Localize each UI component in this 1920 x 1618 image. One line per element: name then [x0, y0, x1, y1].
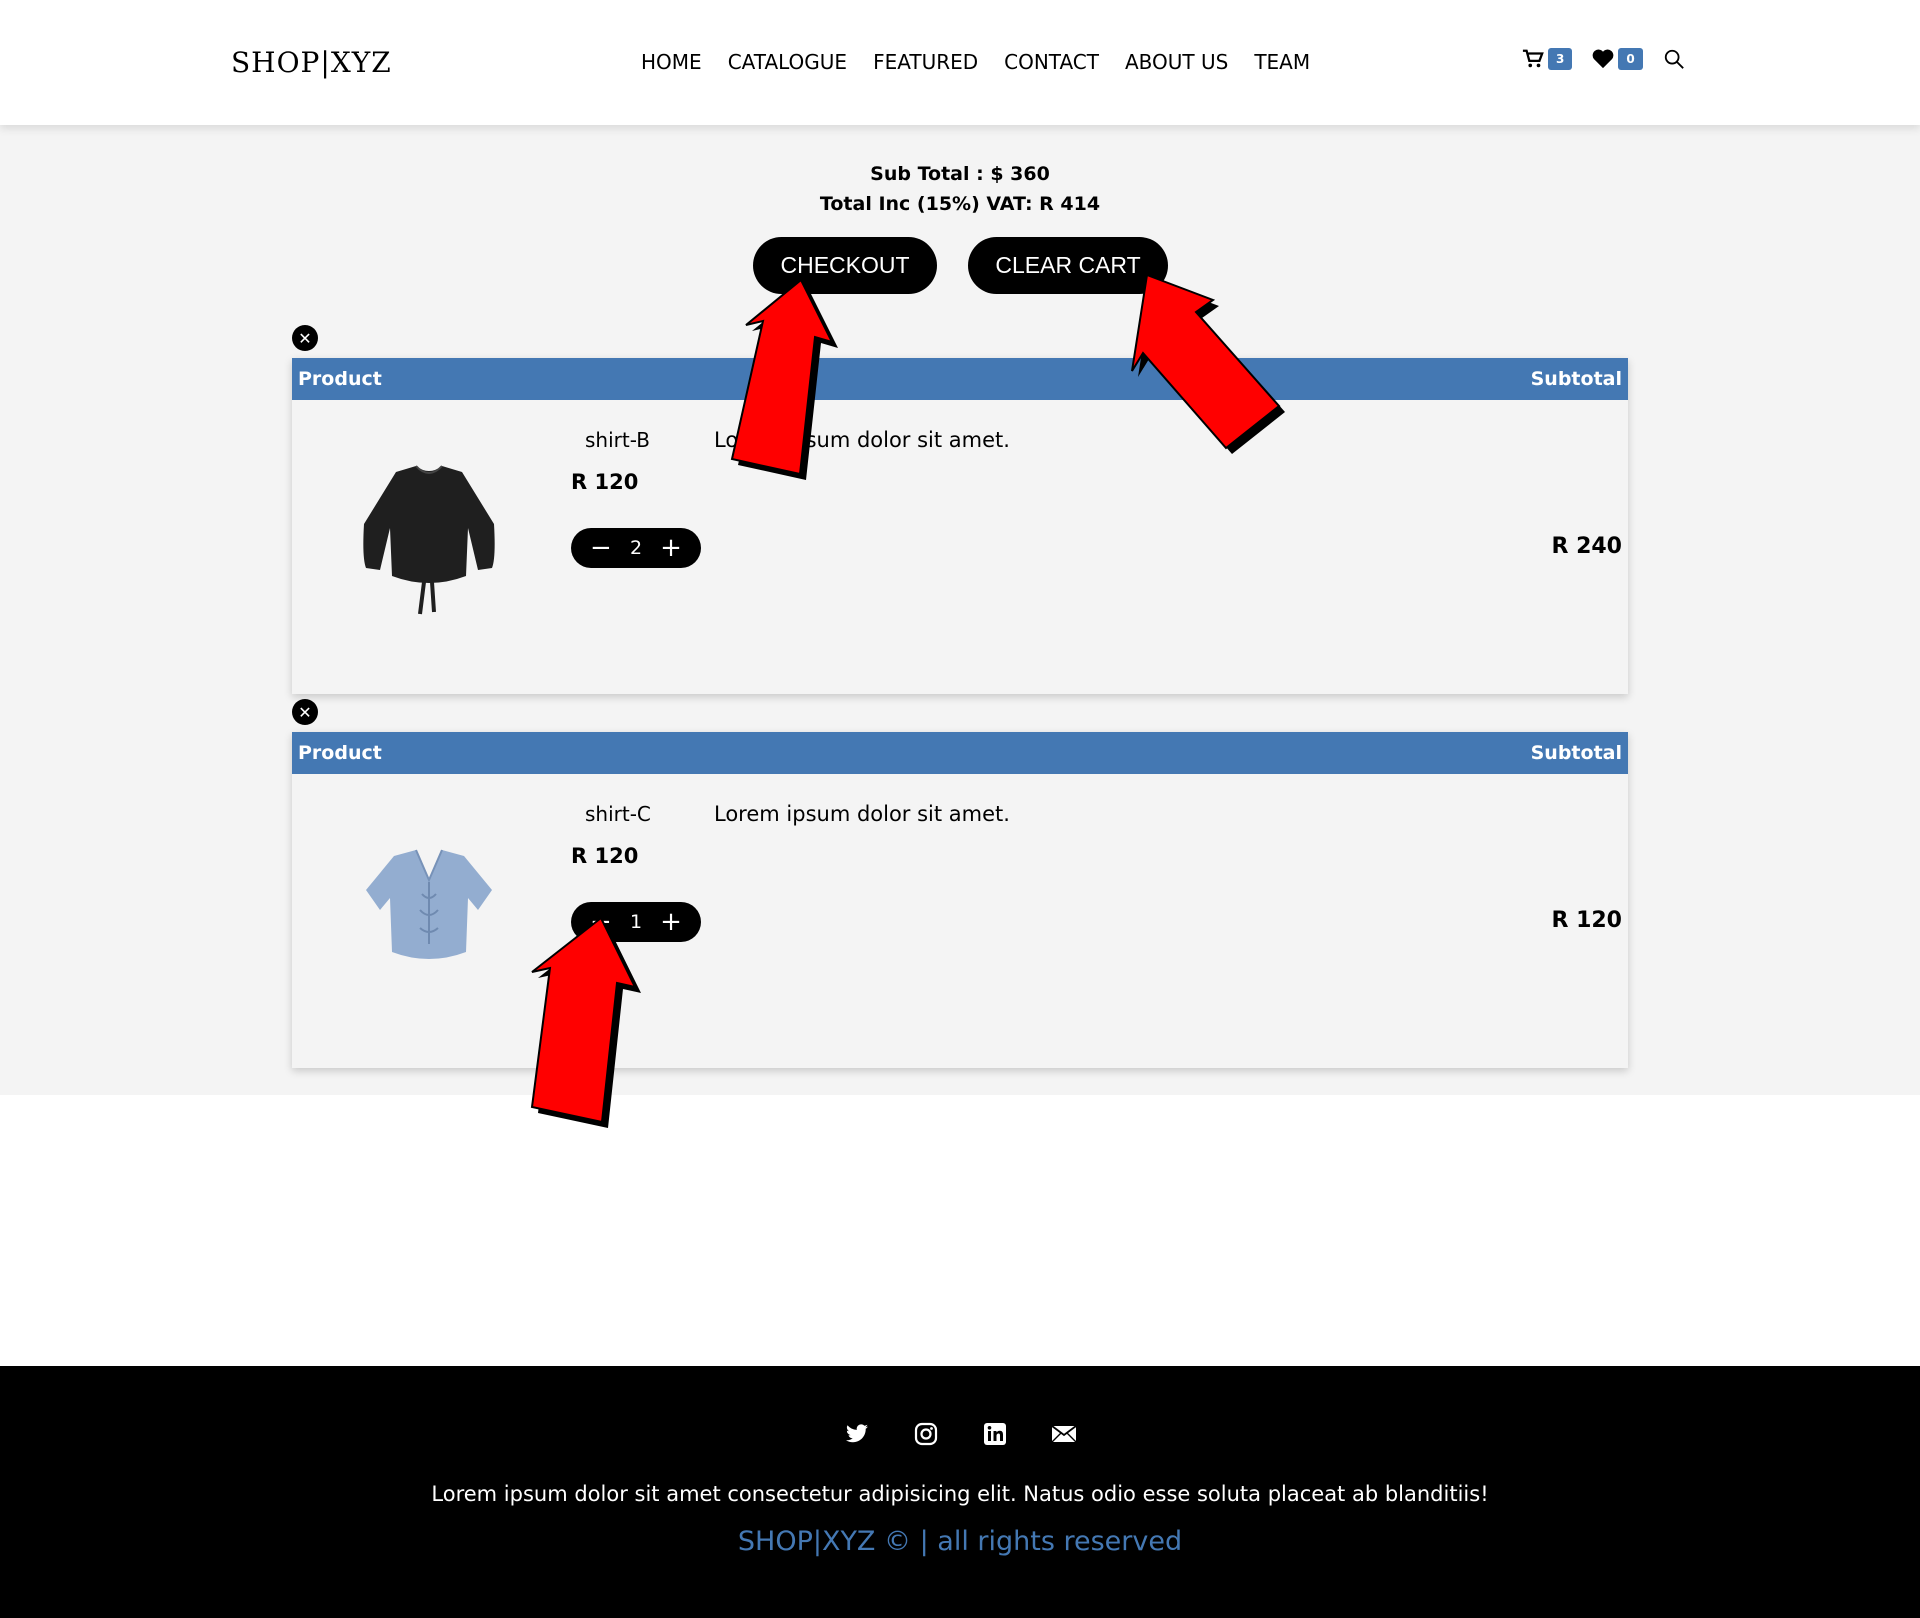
copyright-text: SHOP|XYZ © | all rights reserved — [737, 1526, 1183, 1557]
table-header: Product Subtotal — [292, 358, 1628, 400]
instagram-link[interactable] — [912, 1420, 939, 1447]
nav-home[interactable]: HOME — [641, 50, 702, 74]
cart-item: Product Subtotal shirt-C Lorem ipsum dol… — [292, 732, 1628, 1068]
product-price: R 120 — [571, 844, 639, 868]
nav-featured[interactable]: FEATURED — [873, 50, 978, 74]
remove-item-button[interactable]: ✕ — [292, 699, 318, 725]
remove-item-button[interactable]: ✕ — [292, 325, 318, 351]
footer-text: Lorem ipsum dolor sit amet consectetur a… — [431, 1482, 1489, 1506]
search-button[interactable] — [1663, 48, 1685, 70]
cart-link[interactable]: 3 — [1522, 48, 1573, 70]
social-links — [0, 1420, 1920, 1447]
product-column-header: Product — [298, 368, 382, 390]
minus-icon[interactable]: − — [590, 535, 612, 561]
header-icons: 3 0 — [1522, 48, 1685, 70]
cart-section: Sub Total : $ 360 Total Inc (15%) VAT: R… — [0, 125, 1920, 1095]
plus-icon[interactable]: + — [660, 535, 682, 561]
product-image[interactable] — [354, 458, 504, 628]
site-logo[interactable]: SHOP|XYZ — [231, 46, 392, 79]
close-icon: ✕ — [298, 702, 312, 722]
checkout-button[interactable]: CHECKOUT — [753, 237, 937, 294]
subtotal-column-header: Subtotal — [1530, 368, 1622, 390]
search-icon — [1664, 49, 1684, 69]
item-subtotal: R 240 — [1551, 534, 1622, 559]
twitter-link[interactable] — [843, 1420, 870, 1447]
nav-contact[interactable]: CONTACT — [1004, 50, 1099, 74]
nav-team[interactable]: TEAM — [1254, 50, 1310, 74]
quantity-value: 2 — [629, 537, 643, 559]
minus-icon[interactable]: − — [590, 909, 612, 935]
product-name: shirt-B — [585, 428, 650, 452]
product-column-header: Product — [298, 742, 382, 764]
product-price: R 120 — [571, 470, 639, 494]
close-icon: ✕ — [298, 328, 312, 348]
quantity-value: 1 — [629, 911, 643, 933]
heart-icon — [1592, 49, 1614, 69]
mail-icon — [1050, 1424, 1077, 1442]
subtotal-column-header: Subtotal — [1530, 742, 1622, 764]
site-header: SHOP|XYZ HOME CATALOGUE FEATURED CONTACT… — [0, 0, 1920, 125]
product-image[interactable] — [354, 832, 504, 1002]
product-name: shirt-C — [585, 802, 651, 826]
instagram-icon — [914, 1422, 937, 1445]
cart-icon — [1522, 49, 1544, 68]
table-header: Product Subtotal — [292, 732, 1628, 774]
mail-link[interactable] — [1050, 1420, 1077, 1447]
product-description: Lorem ipsum dolor sit amet. — [714, 802, 1010, 826]
subtotal-text: Sub Total : $ 360 — [870, 163, 1050, 185]
quantity-stepper: − 2 + — [571, 528, 701, 568]
quantity-stepper: − 1 + — [571, 902, 701, 942]
site-footer: Lorem ipsum dolor sit amet consectetur a… — [0, 1366, 1920, 1618]
wishlist-link[interactable]: 0 — [1592, 48, 1643, 70]
wishlist-count-badge: 0 — [1618, 48, 1643, 70]
nav-about-us[interactable]: ABOUT US — [1125, 50, 1228, 74]
plus-icon[interactable]: + — [660, 909, 682, 935]
product-description: Lorem ipsum dolor sit amet. — [714, 428, 1010, 452]
nav-catalogue[interactable]: CATALOGUE — [728, 50, 847, 74]
linkedin-link[interactable] — [981, 1420, 1008, 1447]
clear-cart-button[interactable]: CLEAR CART — [968, 237, 1168, 294]
item-subtotal: R 120 — [1551, 908, 1622, 933]
twitter-icon — [845, 1423, 868, 1442]
linkedin-icon — [983, 1422, 1006, 1445]
cart-count-badge: 3 — [1548, 48, 1573, 70]
total-vat-text: Total Inc (15%) VAT: R 414 — [819, 193, 1101, 215]
cart-item: Product Subtotal shirt-B Lorem ipsum dol… — [292, 358, 1628, 694]
main-nav: HOME CATALOGUE FEATURED CONTACT ABOUT US… — [641, 50, 1310, 74]
